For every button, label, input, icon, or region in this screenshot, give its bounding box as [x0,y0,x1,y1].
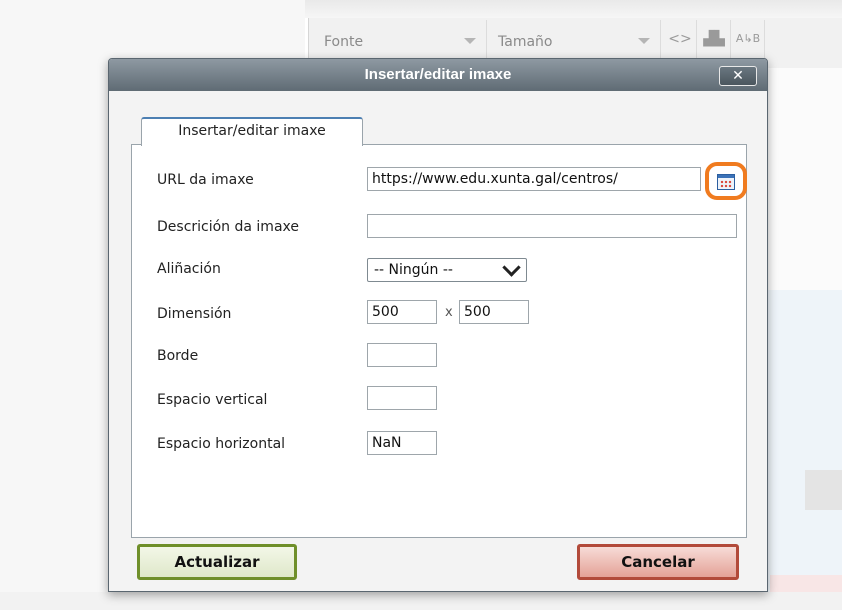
url-label: URL da imaxe [157,172,254,188]
dialog-panel [131,144,747,538]
alignment-label: Aliñación [157,261,221,277]
browse-button[interactable] [705,162,747,200]
description-label: Descrición da imaxe [157,219,299,235]
width-input[interactable]: 500 [367,300,437,324]
cancel-button[interactable]: Cancelar [577,544,739,580]
chevron-down-icon [502,258,521,277]
update-button[interactable]: Actualizar [137,544,297,580]
chevron-down-icon [638,38,650,44]
border-label: Borde [157,348,199,364]
hspace-input[interactable]: NaN [367,431,437,455]
border-input[interactable] [367,343,437,367]
dialog-title: Insertar/editar imaxe [364,66,512,83]
vspace-label: Espacio vertical [157,392,268,408]
height-input[interactable]: 500 [459,300,529,324]
chevron-down-icon [464,38,476,44]
browse-icon [717,174,735,190]
background-decoration [768,290,842,610]
dimension-label: Dimensión [157,306,232,322]
font-select[interactable]: Fonte [316,20,487,58]
dimension-separator: x [445,305,453,320]
hspace-label: Espacio horizontal [157,436,286,452]
dialog-titlebar[interactable]: Insertar/editar imaxe ✕ [109,59,767,91]
editor-bottom-strip [0,592,842,610]
close-icon: ✕ [732,68,744,84]
code-icon[interactable]: <> [664,20,697,58]
size-select[interactable]: Tamaño [490,20,661,58]
close-button[interactable]: ✕ [719,66,757,86]
vspace-input[interactable] [367,386,437,410]
tab-insert-edit-image[interactable]: Insertar/editar imaxe [141,117,363,146]
alignment-value: -- Ningún -- [374,262,453,278]
alignment-select[interactable]: -- Ningún -- [367,258,527,282]
image-dialog: Insertar/editar imaxe ✕ Insertar/editar … [108,58,768,592]
background-decoration [805,470,842,510]
font-select-label: Fonte [324,34,364,50]
url-input[interactable]: https://www.edu.xunta.gal/centros/ [367,167,701,191]
description-input[interactable] [367,214,737,238]
binoculars-icon[interactable]: ▟▙ [698,20,731,58]
replace-icon[interactable]: A↳B [732,20,765,58]
size-select-label: Tamaño [498,34,553,50]
